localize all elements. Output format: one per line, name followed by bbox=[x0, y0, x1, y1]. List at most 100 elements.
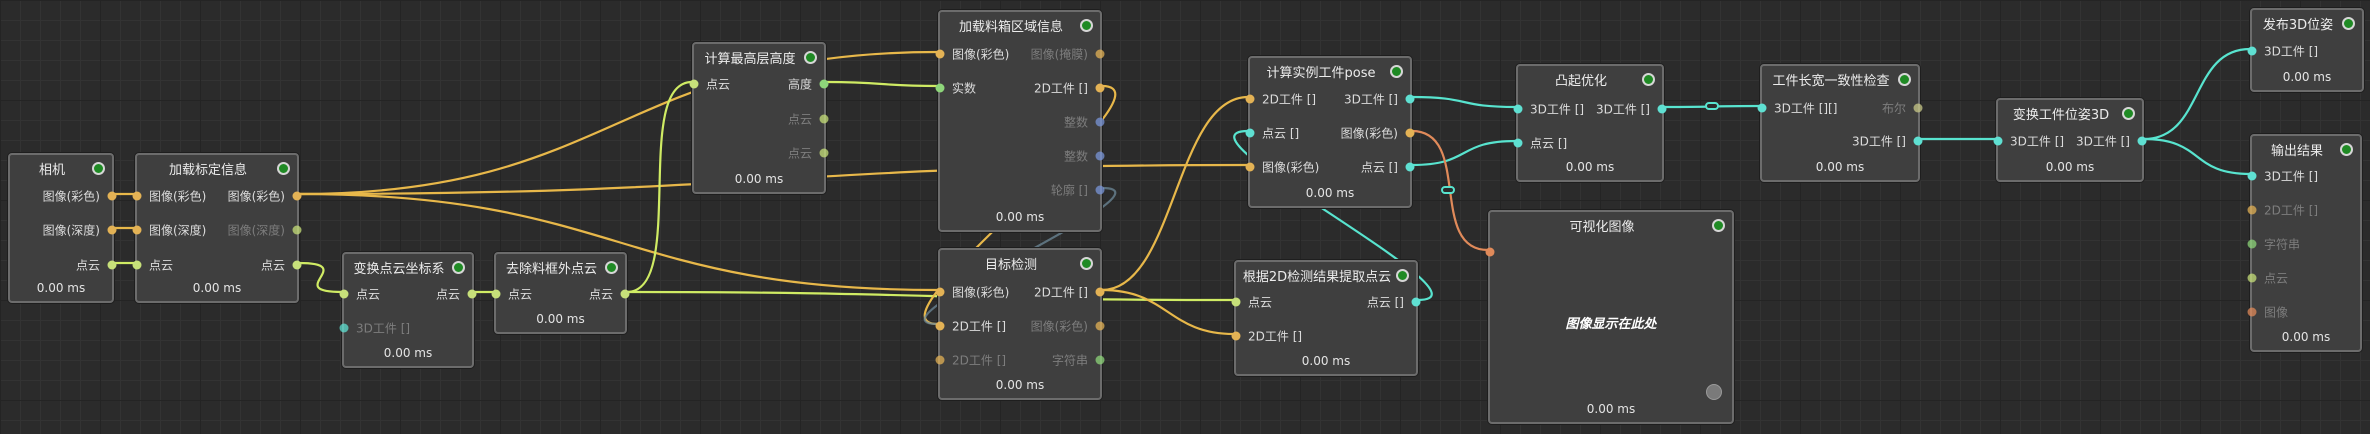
input-port[interactable] bbox=[1245, 94, 1255, 104]
output-port[interactable] bbox=[1095, 287, 1105, 297]
input-port[interactable] bbox=[2247, 205, 2257, 215]
output-port[interactable] bbox=[107, 225, 117, 235]
input-port[interactable] bbox=[132, 260, 142, 270]
connection-wire[interactable] bbox=[1101, 288, 1235, 336]
reroute-handle-icon[interactable] bbox=[1441, 186, 1455, 194]
output-port[interactable] bbox=[1405, 94, 1415, 104]
node-remove-outside[interactable]: 去除料框外点云 点云 点云 0.00 ms bbox=[491, 252, 630, 334]
input-port[interactable] bbox=[132, 225, 142, 235]
connection-wire[interactable] bbox=[298, 261, 343, 294]
status-indicator-icon[interactable] bbox=[1642, 73, 1655, 86]
output-port[interactable] bbox=[1095, 321, 1105, 331]
node-camera[interactable]: 相机 图像(彩色) 图像(深度) 点云 0.00 ms bbox=[8, 153, 117, 303]
status-indicator-icon[interactable] bbox=[277, 162, 290, 175]
input-port[interactable] bbox=[1231, 331, 1241, 341]
output-port[interactable] bbox=[1095, 355, 1105, 365]
node-size-check[interactable]: 工件长宽一致性检查 3D工件 [][] 布尔 3D工件 [] 0.00 ms bbox=[1757, 64, 1923, 182]
input-port[interactable] bbox=[491, 289, 501, 299]
input-port[interactable] bbox=[2247, 239, 2257, 249]
output-port[interactable] bbox=[1913, 136, 1923, 146]
status-indicator-icon[interactable] bbox=[2342, 17, 2355, 30]
output-port[interactable] bbox=[1095, 151, 1105, 161]
preview-toggle-icon[interactable] bbox=[1706, 384, 1722, 400]
port-label: 点云 [] bbox=[1530, 136, 1568, 151]
input-port[interactable] bbox=[935, 49, 945, 59]
output-port[interactable] bbox=[1095, 49, 1105, 59]
input-port[interactable] bbox=[935, 287, 945, 297]
node-load-calib[interactable]: 加载标定信息 图像(彩色) 图像(深度) 点云 图像(彩色) 图像(深度) 点云 0.00 m… bbox=[132, 153, 302, 303]
output-port[interactable] bbox=[107, 260, 117, 270]
connection-wire[interactable] bbox=[1411, 95, 1517, 109]
status-indicator-icon[interactable] bbox=[92, 162, 105, 175]
input-port[interactable] bbox=[1245, 128, 1255, 138]
input-port[interactable] bbox=[1757, 103, 1767, 113]
input-port[interactable] bbox=[2247, 273, 2257, 283]
output-port[interactable] bbox=[819, 79, 829, 89]
status-indicator-icon[interactable] bbox=[1898, 73, 1911, 86]
input-port[interactable] bbox=[1513, 138, 1523, 148]
status-indicator-icon[interactable] bbox=[452, 261, 465, 274]
status-indicator-icon[interactable] bbox=[1080, 257, 1093, 270]
input-port[interactable] bbox=[1245, 162, 1255, 172]
node-extract-cloud[interactable]: 根据2D检测结果提取点云 点云 2D工件 [] 点云 [] 0.00 ms bbox=[1231, 260, 1421, 376]
connection-wire[interactable] bbox=[626, 80, 693, 294]
node-transform-cloud[interactable]: 变换点云坐标系 点云 3D工件 [] 点云 0.00 ms bbox=[339, 252, 477, 368]
output-port[interactable] bbox=[1095, 83, 1105, 93]
output-port[interactable] bbox=[819, 114, 829, 124]
status-indicator-icon[interactable] bbox=[804, 51, 817, 64]
reroute-handle-icon[interactable] bbox=[1705, 102, 1719, 110]
output-port[interactable] bbox=[1405, 128, 1415, 138]
input-port[interactable] bbox=[1993, 136, 2003, 146]
status-indicator-icon[interactable] bbox=[1390, 65, 1403, 78]
input-port[interactable] bbox=[2247, 46, 2257, 56]
output-port[interactable] bbox=[292, 191, 302, 201]
connection-wire[interactable] bbox=[2143, 47, 2251, 141]
output-port[interactable] bbox=[107, 191, 117, 201]
input-port[interactable] bbox=[935, 321, 945, 331]
input-port[interactable] bbox=[132, 191, 142, 201]
input-port[interactable] bbox=[1513, 104, 1523, 114]
output-port[interactable] bbox=[1411, 297, 1421, 307]
output-port[interactable] bbox=[819, 148, 829, 158]
output-port[interactable] bbox=[620, 289, 630, 299]
input-port[interactable] bbox=[2247, 171, 2257, 181]
output-port[interactable] bbox=[1095, 117, 1105, 127]
node-transform-pose[interactable]: 变换工件位姿3D 3D工件 [] 3D工件 [] 0.00 ms bbox=[1993, 98, 2147, 182]
node-output[interactable]: 输出结果 3D工件 [] 2D工件 [] 字符串 点云 图像 0.00 ms bbox=[2247, 134, 2362, 352]
output-port[interactable] bbox=[292, 260, 302, 270]
input-port[interactable] bbox=[339, 323, 349, 333]
input-port[interactable] bbox=[689, 79, 699, 89]
status-indicator-icon[interactable] bbox=[1080, 19, 1093, 32]
output-port[interactable] bbox=[467, 289, 477, 299]
connection-wire[interactable] bbox=[1101, 95, 1249, 292]
input-port[interactable] bbox=[339, 289, 349, 299]
input-port[interactable] bbox=[935, 83, 945, 93]
connection-wire[interactable] bbox=[825, 80, 939, 88]
status-indicator-icon[interactable] bbox=[2122, 107, 2135, 120]
connection-wire[interactable] bbox=[2143, 137, 2251, 176]
connection-wire[interactable] bbox=[298, 50, 939, 196]
node-publish[interactable]: 发布3D位姿 3D工件 [] 0.00 ms bbox=[2247, 8, 2364, 92]
input-port[interactable] bbox=[935, 355, 945, 365]
output-port[interactable] bbox=[1095, 185, 1105, 195]
output-port[interactable] bbox=[1405, 162, 1415, 172]
input-port[interactable] bbox=[2247, 307, 2257, 317]
input-port[interactable] bbox=[1485, 247, 1495, 257]
output-port[interactable] bbox=[2137, 136, 2147, 146]
node-load-bin[interactable]: 加载料箱区域信息 图像(彩色) 实数 图像(掩膜) 2D工件 [] 整数 整数 轮廓 [] 0.… bbox=[935, 10, 1105, 232]
output-port[interactable] bbox=[1913, 103, 1923, 113]
connection-wire[interactable] bbox=[1411, 139, 1517, 167]
status-indicator-icon[interactable] bbox=[2340, 143, 2353, 156]
node-detect[interactable]: 目标检测 图像(彩色) 2D工件 [] 2D工件 [] 2D工件 [] 图像(彩色) 字符串… bbox=[935, 248, 1105, 400]
node-visualize[interactable]: 可视化图像 图像显示在此处 0.00 ms bbox=[1485, 210, 1734, 424]
output-port[interactable] bbox=[1657, 104, 1667, 114]
node-bump-opt[interactable]: 凸起优化 3D工件 [] 点云 [] 3D工件 [] 0.00 ms bbox=[1513, 64, 1667, 182]
connection-wire[interactable] bbox=[626, 290, 1235, 302]
node-calc-pose[interactable]: 计算实例工件pose 2D工件 [] 点云 [] 图像(彩色) 3D工件 [] 图像(彩色… bbox=[1245, 56, 1415, 208]
status-indicator-icon[interactable] bbox=[1396, 269, 1409, 282]
status-indicator-icon[interactable] bbox=[605, 261, 618, 274]
input-port[interactable] bbox=[1231, 297, 1241, 307]
output-port[interactable] bbox=[292, 225, 302, 235]
node-calc-top[interactable]: 计算最高层高度 点云 高度 点云 点云 0.00 ms bbox=[689, 42, 829, 194]
status-indicator-icon[interactable] bbox=[1712, 219, 1725, 232]
